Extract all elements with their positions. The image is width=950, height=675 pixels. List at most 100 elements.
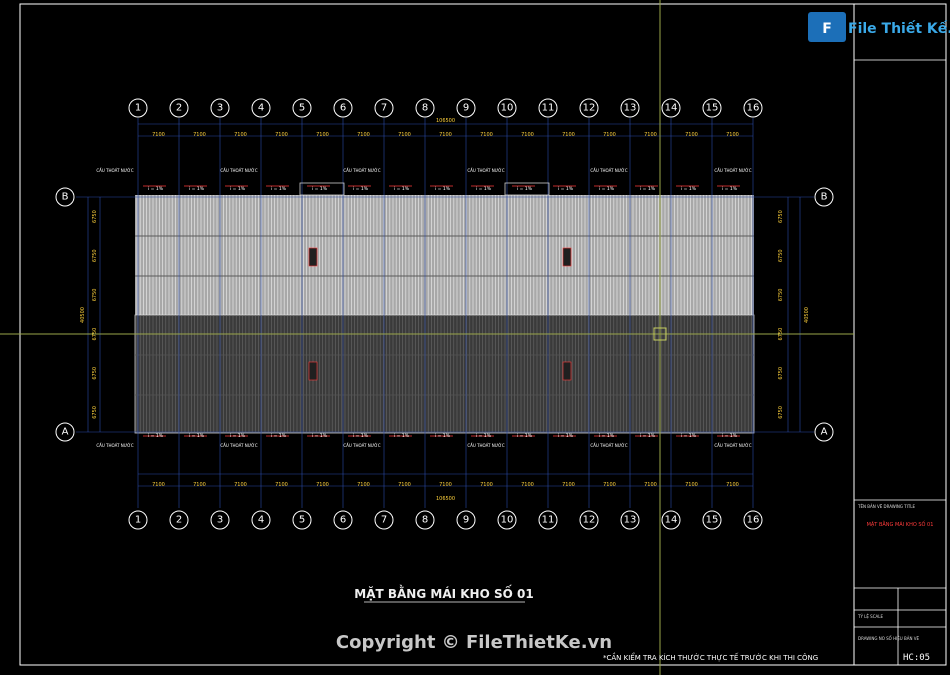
vertical-total-left: 40500 [80,307,86,323]
column-bubble-15: 15 [702,510,722,530]
column-bubble-label: 7 [381,103,387,114]
column-bubble-label: 1 [135,103,141,114]
drawing-no: HC:05 [903,653,930,663]
column-bubble-15: 15 [702,98,722,118]
column-bubble-5: 5 [292,98,312,118]
slope-label: i = 1% [599,433,615,439]
column-bubble-label: 11 [542,103,555,114]
slope-label: i = 1% [558,433,574,439]
slope-label: i = 1% [435,433,451,439]
column-bubble-label: 14 [665,515,678,526]
column-bubble-14: 14 [661,98,681,118]
vertical-dimension: 6750 [92,249,98,262]
column-bubble-label: 11 [542,515,555,526]
column-bubble-6: 6 [333,510,353,530]
bay-dimension: 7100 [316,132,329,138]
bay-dimension: 7100 [234,132,247,138]
bay-dimension: 7100 [480,132,493,138]
vertical-dimension: 6750 [778,367,784,380]
row-bubble-label: A [62,427,69,438]
bay-dimension: 7100 [357,132,370,138]
gutter-label: CẦU THOÁT NƯỚC [96,443,133,448]
bay-dimension: 7100 [521,482,534,488]
vertical-dimension: 6750 [92,289,98,302]
column-bubble-1: 1 [128,510,148,530]
slope-label: i = 1% [394,186,410,192]
bay-dimension: 7100 [398,132,411,138]
column-bubble-label: 2 [176,515,182,526]
column-bubble-4: 4 [251,98,271,118]
column-bubble-label: 5 [299,515,305,526]
vertical-dimension: 6750 [778,406,784,419]
column-bubble-4: 4 [251,510,271,530]
column-bubble-label: 15 [706,103,719,114]
column-bubble-label: 2 [176,103,182,114]
column-bubble-9: 9 [456,510,476,530]
column-bubble-7: 7 [374,98,394,118]
bay-dimension: 7100 [521,132,534,138]
slope-label: i = 1% [681,433,697,439]
gutter-label: CẦU THOÁT NƯỚC [220,168,257,173]
gutter-label: CẦU THOÁT NƯỚC [590,168,627,173]
row-bubble-label: B [62,192,69,203]
column-bubble-label: 6 [340,515,346,526]
bay-dimension: 7100 [316,482,329,488]
total-dimension: 106500 [436,118,455,124]
bay-dimension: 7100 [152,132,165,138]
row-bubble-a: A [55,422,75,442]
slope-label: i = 1% [312,186,328,192]
bay-dimension: 7100 [562,482,575,488]
column-bubble-label: 13 [624,515,637,526]
drawing-title: MẶT BẰNG MÁI KHO SỐ 01 [354,584,533,601]
gutter-label: CẦU THOÁT NƯỚC [590,443,627,448]
vertical-total-right: 40500 [804,307,810,323]
row-bubble-b: B [55,187,75,207]
bay-dimension: 7100 [726,482,739,488]
column-bubble-label: 8 [422,103,428,114]
column-bubble-7: 7 [374,510,394,530]
slope-label: i = 1% [517,186,533,192]
bay-dimension: 7100 [193,132,206,138]
slope-label: i = 1% [558,186,574,192]
vertical-dimension: 6750 [778,249,784,262]
bay-dimension: 7100 [275,132,288,138]
gutter-label: CẦU THOÁT NƯỚC [220,443,257,448]
slope-label: i = 1% [189,186,205,192]
bay-dimension: 7100 [152,482,165,488]
column-bubble-13: 13 [620,510,640,530]
cad-drawing: F File Thiết Kế.vn TÊN BẢN VẼ DRAWING TI… [0,0,950,675]
column-bubble-6: 6 [333,98,353,118]
column-bubble-12: 12 [579,98,599,118]
column-bubble-label: 9 [463,515,469,526]
vertical-dimension: 6750 [92,210,98,223]
column-bubble-label: 3 [217,515,223,526]
vertical-dimension: 6750 [778,289,784,302]
column-bubble-16: 16 [743,98,763,118]
column-bubble-16: 16 [743,510,763,530]
column-bubble-label: 6 [340,103,346,114]
bay-dimension: 7100 [603,132,616,138]
total-dimension: 106500 [436,496,455,502]
gutter-label: CẦU THOÁT NƯỚC [343,168,380,173]
bay-dimension: 7100 [234,482,247,488]
vertical-dimension: 6750 [92,406,98,419]
column-bubble-label: 4 [258,515,264,526]
scale-label: TỶ LỆ SCALE [857,614,883,619]
bay-dimension: 7100 [685,132,698,138]
bay-dimension: 7100 [562,132,575,138]
column-bubble-label: 12 [583,515,596,526]
column-bubble-10: 10 [497,510,517,530]
bay-dimension: 7100 [439,482,452,488]
column-bubble-label: 12 [583,103,596,114]
gutter-label: CẦU THOÁT NƯỚC [714,443,751,448]
bay-dimension: 7100 [439,132,452,138]
slope-label: i = 1% [271,433,287,439]
column-bubble-label: 10 [501,103,514,114]
bay-dimension: 7100 [644,132,657,138]
column-bubble-label: 7 [381,515,387,526]
bay-dimension: 7100 [357,482,370,488]
row-bubble-label: B [821,192,828,203]
svg-text:F: F [822,21,832,37]
vertical-dims-right: 675067506750675067506750 [778,210,784,419]
slope-label: i = 1% [476,186,492,192]
